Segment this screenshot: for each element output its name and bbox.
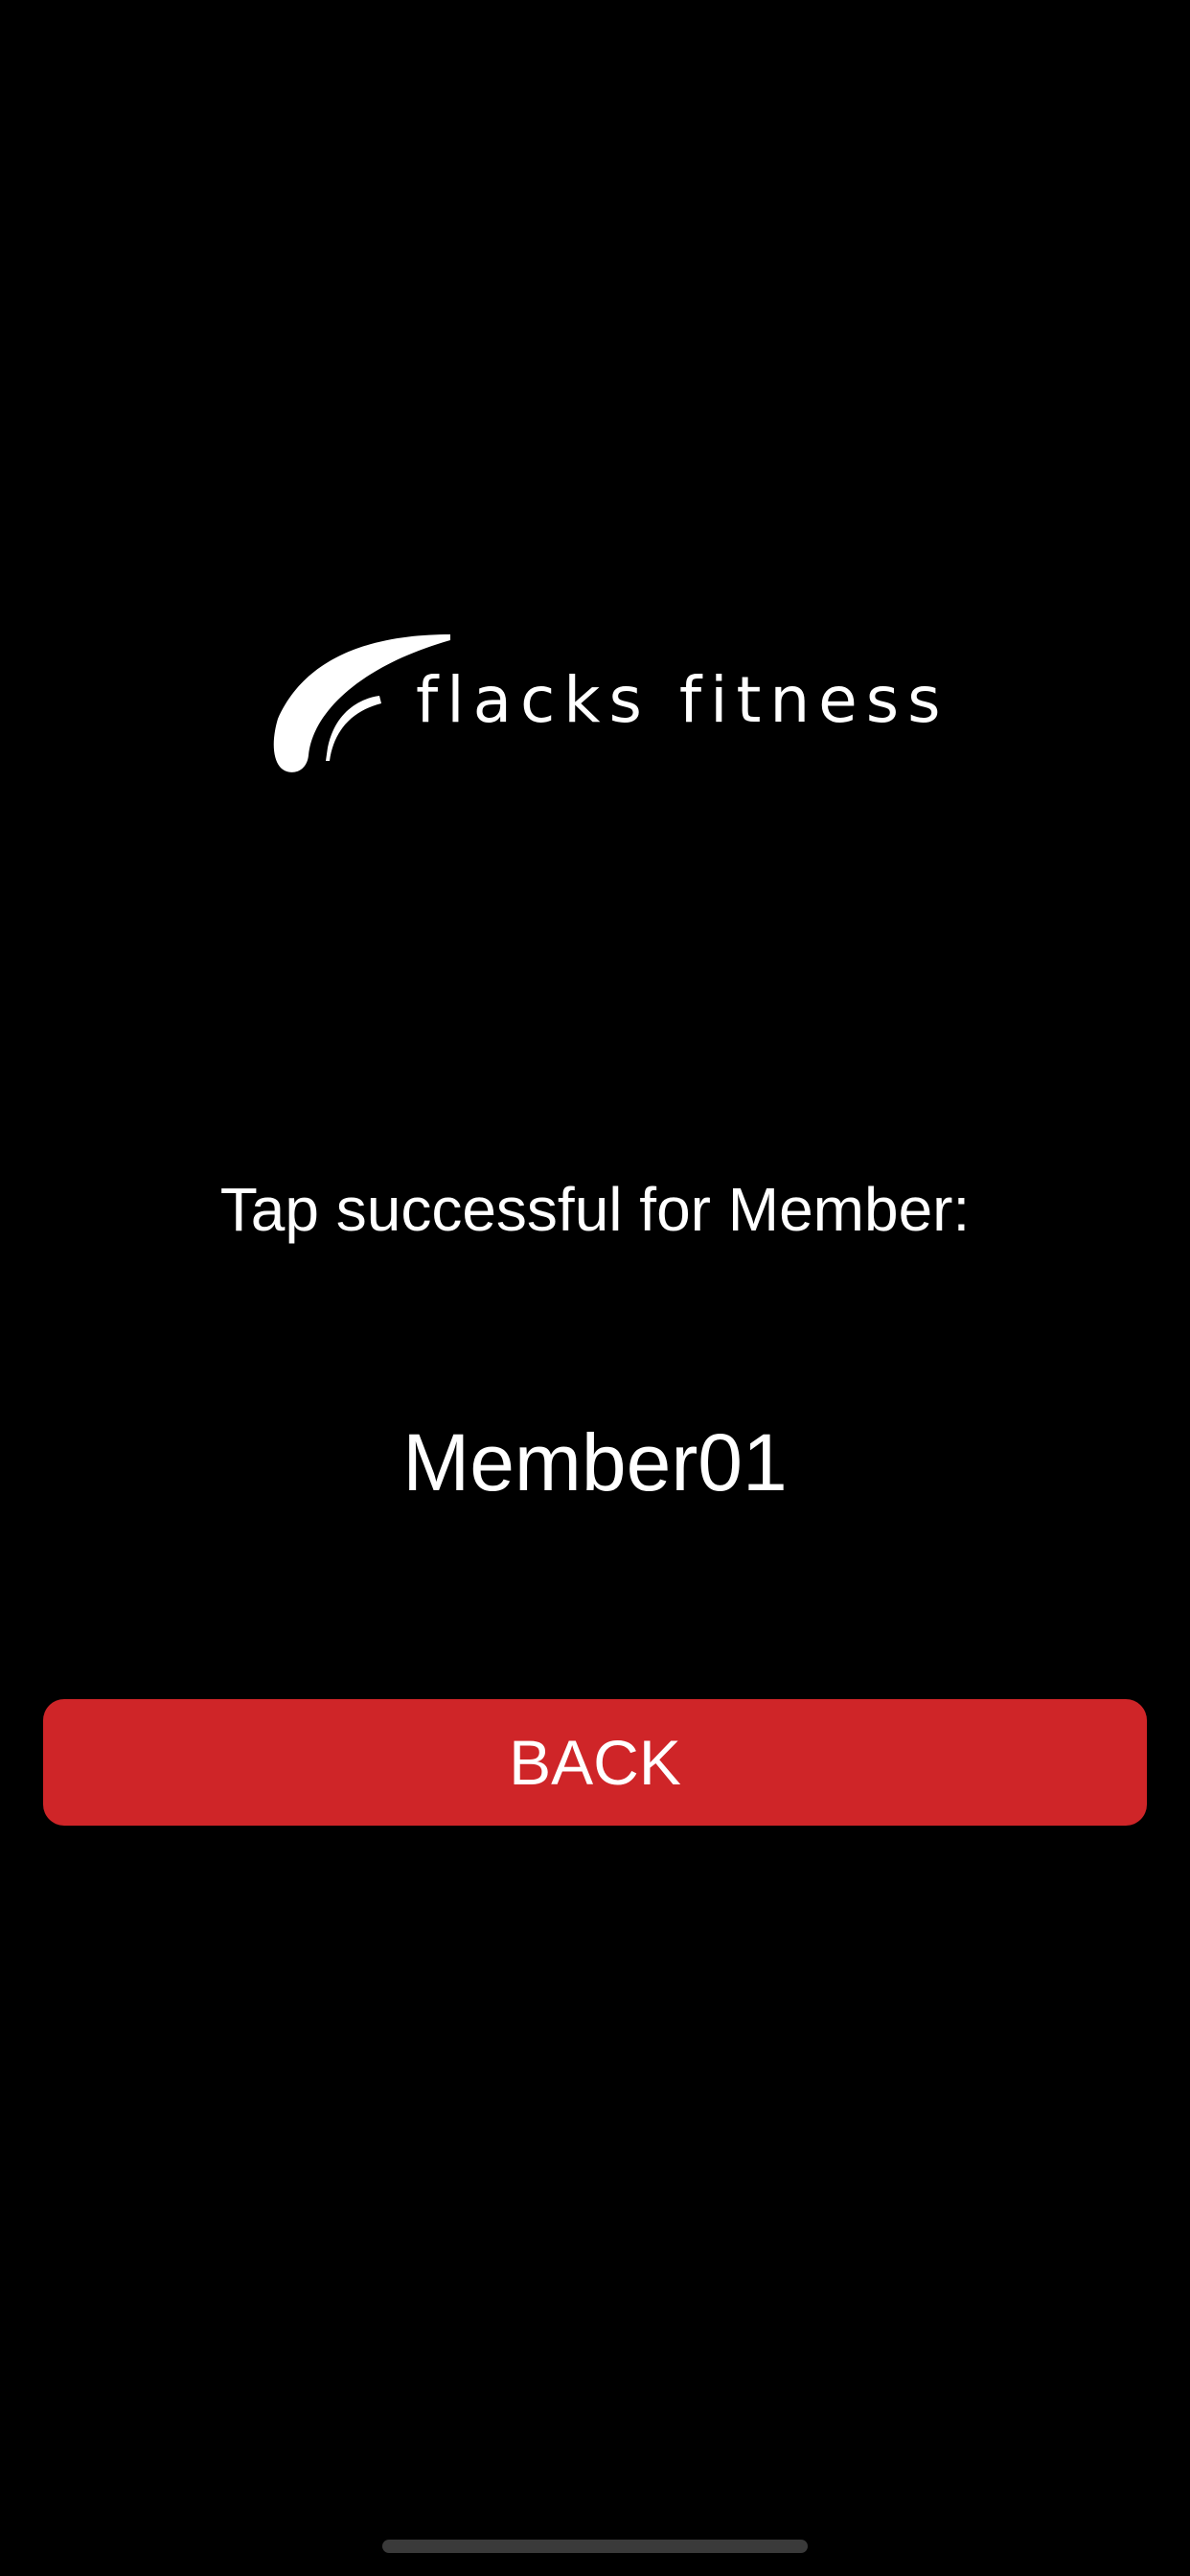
brand-wordmark: flacks fitness bbox=[416, 663, 950, 737]
tap-success-message: Tap successful for Member: bbox=[219, 1175, 971, 1244]
member-name: Member01 bbox=[402, 1417, 788, 1507]
home-indicator[interactable] bbox=[382, 2540, 808, 2553]
tap-success-screen: flacks fitness Tap successful for Member… bbox=[0, 0, 1190, 2576]
brand-logo: flacks fitness bbox=[270, 632, 941, 776]
back-button[interactable]: BACK bbox=[43, 1699, 1147, 1826]
